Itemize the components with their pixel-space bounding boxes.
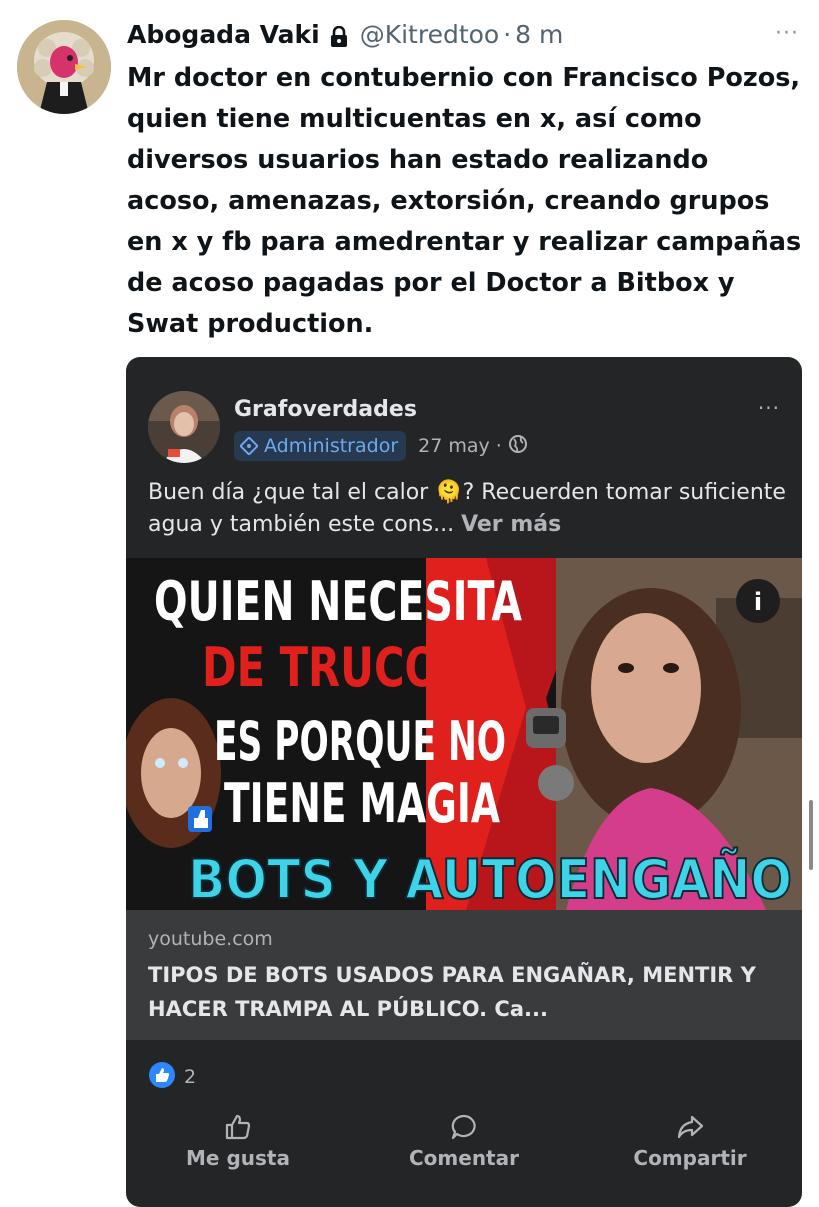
more-options-icon[interactable]: ··· (758, 398, 780, 418)
admin-badge-label: Administrador (264, 435, 399, 457)
scrollbar[interactable] (809, 800, 813, 870)
thumbnail-line-1: QUIEN NECESITA (154, 570, 522, 633)
tweet: Abogada Vaki @Kitredtoo · 8 m ··· Mr doc… (0, 0, 819, 1207)
tweet-header: Abogada Vaki @Kitredtoo · 8 m (127, 19, 563, 51)
link-preview[interactable]: youtube.com TIPOS DE BOTS USADOS PARA EN… (126, 910, 802, 1040)
admin-badge: Administrador (234, 431, 407, 461)
comment-label: Comentar (409, 1146, 519, 1170)
separator-dot: · (503, 20, 512, 49)
separator-dot: · (495, 435, 502, 457)
share-label: Compartir (633, 1146, 747, 1170)
reaction-count: 2 (184, 1066, 197, 1088)
tweet-time[interactable]: 8 m (515, 19, 563, 51)
page-name[interactable]: Grafoverdades (234, 397, 417, 422)
comment-button[interactable]: Comentar (364, 1112, 564, 1170)
share-icon (590, 1112, 790, 1142)
lock-icon (330, 24, 348, 47)
post-text: Buen día ¿que tal el calor 🫠? Recuerden … (148, 477, 788, 541)
author-name[interactable]: Abogada Vaki (127, 19, 320, 51)
avatar[interactable] (17, 20, 111, 114)
comment-icon (364, 1112, 564, 1142)
thumbnail-line-4: TIENE MAGIA (224, 772, 500, 835)
info-label: i (754, 588, 762, 616)
post-date[interactable]: 27 may (418, 435, 490, 457)
thumbnail-line-2: DE TRUCOS (202, 636, 470, 699)
share-button[interactable]: Compartir (590, 1112, 790, 1170)
link-title[interactable]: TIPOS DE BOTS USADOS PARA ENGAÑAR, MENTI… (148, 958, 788, 1026)
post-meta: Administrador 27 may · (234, 431, 528, 461)
action-bar: Me gusta Comentar Compartir (126, 1112, 802, 1192)
thumbnail-banner: BOTS Y AUTOENGAÑO (188, 848, 792, 910)
author-handle[interactable]: @Kitredtoo (360, 19, 500, 51)
like-button[interactable]: Me gusta (138, 1112, 338, 1170)
like-reaction-icon (148, 1061, 176, 1093)
reactions-summary[interactable]: 2 (148, 1062, 196, 1092)
page-avatar[interactable] (148, 391, 220, 463)
see-more-link[interactable]: Ver más (461, 512, 561, 537)
embedded-facebook-post[interactable]: Grafoverdades Administrador 27 may · ···… (126, 357, 802, 1207)
admin-badge-icon (240, 437, 258, 455)
thumbs-up-icon (138, 1112, 338, 1142)
thumbnail-line-3: ES PORQUE NO (214, 710, 506, 773)
more-options-icon[interactable]: ··· (775, 23, 799, 45)
globe-icon (508, 434, 528, 458)
video-thumbnail[interactable]: QUIEN NECESITA DE TRUCOS ES PORQUE NO TI… (126, 558, 802, 910)
like-label: Me gusta (186, 1146, 290, 1170)
tweet-text: Mr doctor en contubernio con Francisco P… (127, 63, 802, 339)
link-domain: youtube.com (148, 928, 273, 950)
